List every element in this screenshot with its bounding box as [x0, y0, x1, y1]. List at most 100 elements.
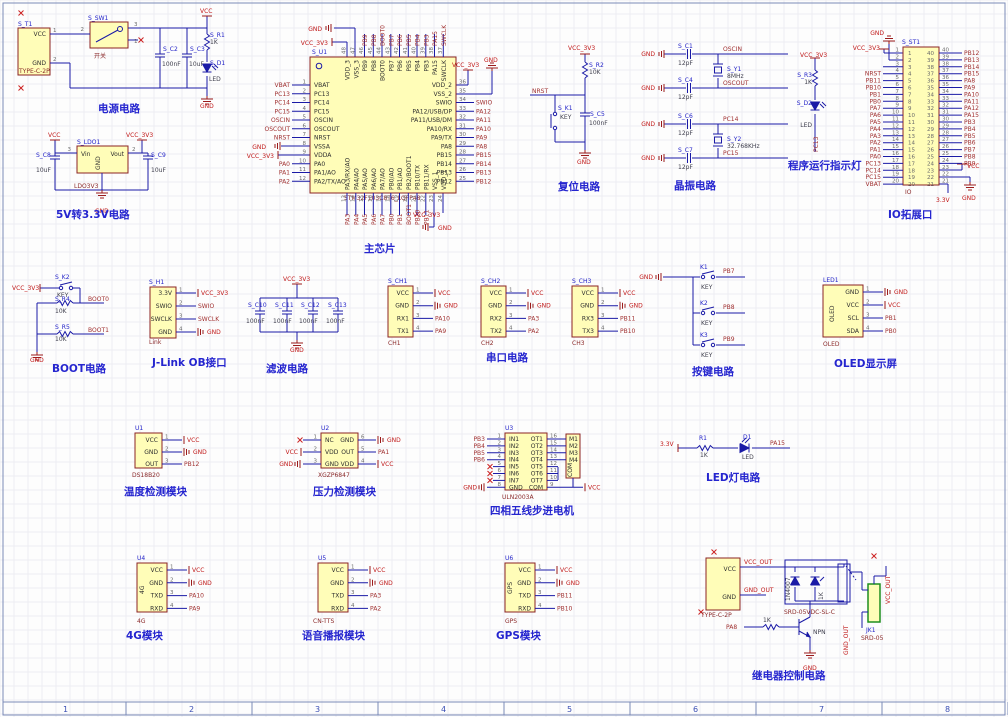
power-net-label[interactable]: VCC [531, 290, 543, 297]
net-label[interactable]: PA3 [528, 315, 539, 322]
power-net-label[interactable]: GND [308, 26, 322, 33]
net-label[interactable]: PA8 [476, 143, 487, 150]
net-label[interactable]: PA6 [371, 214, 378, 225]
net-label[interactable]: PC14 [275, 100, 291, 107]
net-label[interactable]: PB1 [397, 213, 404, 225]
net-label[interactable]: PA10 [435, 315, 450, 322]
net-label[interactable]: PA0 [279, 161, 290, 168]
power-net-label[interactable]: VCC [588, 484, 600, 491]
power-net-label[interactable]: GND [30, 357, 44, 364]
net-label[interactable]: PA1 [378, 449, 389, 456]
power-net-label[interactable]: GND [962, 195, 976, 202]
power-net-label[interactable]: VCC [560, 567, 572, 574]
power-net-label[interactable]: VCC_3V3 [452, 62, 479, 69]
power-net-label[interactable]: VCC_OUT [885, 575, 892, 604]
power-net-label[interactable]: VCC [623, 290, 635, 297]
net-label[interactable]: PC14 [723, 116, 739, 123]
net-label[interactable]: PB1 [885, 315, 897, 322]
power-net-label[interactable]: GND [537, 303, 551, 310]
net-label[interactable]: PB14 [476, 161, 492, 168]
power-net-label[interactable]: VCC_3V3 [301, 40, 328, 47]
net-label[interactable]: PB12 [184, 461, 200, 468]
net-label[interactable]: PB8 [371, 34, 378, 46]
net-label[interactable]: PB7 [388, 34, 395, 46]
power-net-label[interactable]: GND [198, 580, 212, 587]
power-net-label[interactable]: GND [641, 155, 655, 162]
net-label[interactable]: PA4 [353, 214, 360, 225]
net-label[interactable]: SWCLK [441, 24, 448, 46]
net-label[interactable]: PA8 [726, 624, 737, 631]
net-label[interactable]: PB15 [476, 152, 492, 159]
power-net-label[interactable]: VCC_OUT [744, 559, 773, 566]
net-label[interactable]: VBAT [274, 82, 290, 89]
power-net-label[interactable]: GND [870, 30, 884, 37]
net-label[interactable]: PB13 [476, 170, 492, 177]
net-label[interactable]: PC13 [275, 91, 291, 98]
power-net-label[interactable]: VCC_3V3 [413, 212, 440, 219]
power-net-label[interactable]: GND [207, 329, 221, 336]
power-net-label[interactable]: VCC [381, 461, 393, 468]
power-net-label[interactable]: GND [484, 57, 498, 64]
net-label[interactable]: PA10 [476, 126, 491, 133]
power-net-label[interactable]: GND [279, 461, 293, 468]
power-net-label[interactable]: VCC [200, 8, 212, 15]
net-label[interactable]: PA12 [476, 108, 491, 115]
net-label[interactable]: PB10 [557, 605, 573, 612]
power-net-label[interactable]: VCC [438, 290, 450, 297]
power-net-label[interactable]: GND [444, 303, 458, 310]
power-net-label[interactable]: VCC [187, 437, 199, 444]
net-label[interactable]: OSCOUT [265, 126, 291, 133]
net-label[interactable]: PB4 [415, 34, 422, 46]
power-net-label[interactable]: GND [639, 274, 653, 281]
net-label[interactable]: PB0 [885, 328, 897, 335]
net-label[interactable]: NRST [274, 135, 290, 142]
power-net-label[interactable]: VCC [192, 567, 204, 574]
net-label[interactable]: OSCOUT [723, 80, 749, 87]
net-label[interactable]: PA9 [476, 135, 487, 142]
net-label[interactable]: PB10 [620, 328, 636, 335]
power-net-label[interactable]: VCC_3V3 [201, 290, 228, 297]
power-net-label[interactable]: GND [387, 437, 401, 444]
power-net-label[interactable]: GND [641, 85, 655, 92]
net-label[interactable]: PA7 [380, 214, 387, 225]
power-net-label[interactable]: VCC_3V3 [568, 45, 595, 52]
power-net-label[interactable]: GND [566, 580, 580, 587]
net-label[interactable]: PA15 [432, 31, 439, 46]
net-label[interactable]: BOOT1 [406, 204, 413, 225]
power-net-label[interactable]: GND [200, 103, 214, 110]
power-net-label[interactable]: 3.3V [936, 197, 951, 204]
net-label[interactable]: PB0 [388, 213, 395, 225]
net-label[interactable]: PB7 [723, 268, 735, 275]
net-label[interactable]: PA9 [189, 605, 200, 612]
net-label[interactable]: PA11 [476, 117, 491, 124]
power-net-label[interactable]: VCC_3V3 [800, 52, 827, 59]
net-label[interactable]: PA9 [435, 328, 446, 335]
net-label[interactable]: PB12 [476, 178, 492, 185]
net-label[interactable]: VBAT [865, 181, 881, 188]
power-net-label[interactable]: GND [193, 449, 207, 456]
net-label[interactable]: SWIO [198, 303, 215, 310]
net-label[interactable]: SWCLK [198, 316, 220, 323]
net-label[interactable]: NRST [532, 88, 548, 95]
net-label[interactable]: BOOT0 [380, 25, 387, 46]
power-net-label[interactable]: GND [641, 121, 655, 128]
net-label[interactable]: PC15 [723, 150, 739, 157]
net-label[interactable]: PB5 [406, 34, 413, 46]
net-label[interactable]: PB11 [557, 593, 573, 600]
power-net-label[interactable]: VCC [888, 302, 900, 309]
net-label[interactable]: PB9 [723, 336, 735, 343]
power-net-label[interactable]: VCC_3V3 [283, 276, 310, 283]
net-label[interactable]: PA10 [189, 593, 204, 600]
power-net-label[interactable]: 3.3V [660, 441, 675, 448]
net-label[interactable]: PB11 [620, 315, 636, 322]
power-net-label[interactable]: GND [252, 144, 266, 151]
power-net-label[interactable]: GND [438, 225, 452, 232]
net-label[interactable]: PA3 [345, 214, 352, 225]
power-net-label[interactable]: VCC_3V3 [12, 285, 39, 292]
net-label[interactable]: PB6 [473, 457, 485, 464]
power-net-label[interactable]: GND [290, 347, 304, 354]
power-net-label[interactable]: VCC_3V3 [853, 45, 880, 52]
net-label[interactable]: PA5 [362, 214, 369, 225]
power-net-label[interactable]: VCC [373, 567, 385, 574]
net-label[interactable]: PB9 [362, 34, 369, 46]
